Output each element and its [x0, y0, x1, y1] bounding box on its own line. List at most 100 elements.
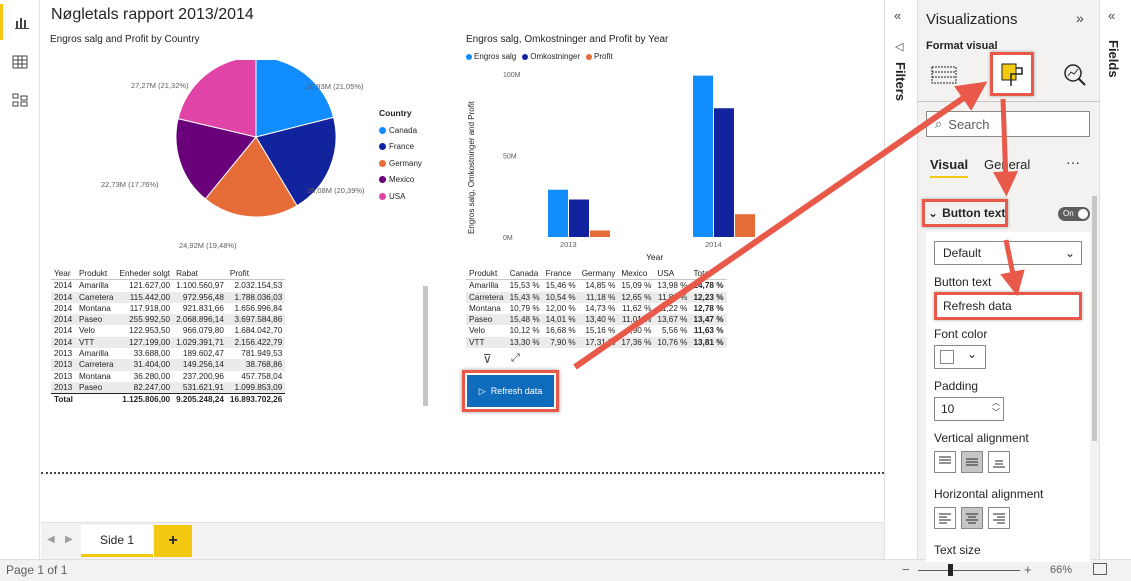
bar-legend-item[interactable]: Engros salg — [466, 52, 516, 61]
zoom-slider-thumb[interactable] — [948, 564, 953, 576]
matrix-cell: 15,09 % — [621, 281, 652, 291]
matrix-row[interactable]: Montana 10,79 % 12,00 % 14,73 % 11,62 % 11,22… — [466, 303, 727, 314]
pie-legend-item[interactable]: USA — [379, 188, 422, 205]
viz-scrollbar[interactable] — [1092, 196, 1097, 441]
bar-legend-item[interactable]: Profit — [586, 52, 613, 61]
pie-legend-item[interactable]: Germany — [379, 155, 422, 172]
filters-pane[interactable]: « ◁ Filters — [884, 0, 918, 559]
matrix-header[interactable]: Canada — [506, 268, 543, 281]
button-text-section-header[interactable]: ⌄ Button text — [928, 206, 1005, 220]
tab-side-1[interactable]: Side 1 — [81, 525, 153, 557]
table-cell: 31.404,00 — [116, 359, 174, 371]
table-header[interactable]: Produkt — [75, 268, 117, 281]
focus-mode-icon[interactable]: ⤢ — [511, 352, 520, 365]
add-page-button[interactable]: + — [154, 525, 192, 557]
tab-general[interactable]: General — [984, 157, 1030, 172]
report-view-button[interactable] — [0, 4, 40, 40]
build-visual-button[interactable] — [926, 58, 962, 92]
table-row[interactable]: 2013 Amarilla 33.688,00 189.602,47 781.949,5… — [51, 348, 285, 359]
analytics-button[interactable] — [1058, 58, 1092, 92]
pie-legend-item[interactable]: France — [379, 139, 422, 156]
table-row[interactable]: 2013 Carretera 31.404,00 149.256,14 38.768,8… — [51, 359, 286, 371]
table-scrollbar[interactable] — [422, 270, 430, 430]
matrix-header[interactable]: Produkt — [466, 268, 507, 281]
bar-2013-1[interactable] — [569, 199, 589, 237]
align-bottom-button[interactable] — [988, 451, 1010, 473]
table-row[interactable]: 2013 Paseo 82.247,00 531.621,91 1.099.853,09 — [51, 381, 286, 394]
button-text-toggle[interactable]: On — [1058, 207, 1090, 221]
table-row[interactable]: 2014 Carretera 115.442,00 972.956,48 1.788.0… — [51, 291, 286, 303]
align-middle-button[interactable] — [961, 451, 983, 473]
button-text-input[interactable]: Refresh data — [938, 296, 1078, 316]
align-right-button[interactable] — [988, 507, 1010, 529]
align-left-button[interactable] — [934, 507, 956, 529]
matrix-cell: 15,48 % — [506, 314, 543, 326]
zoom-slider[interactable] — [918, 570, 1020, 571]
table-header[interactable]: Profit — [226, 268, 286, 281]
zoom-out-button[interactable]: − — [902, 562, 910, 577]
viz-title: Visualizations — [926, 11, 1018, 28]
table-header[interactable]: Rabat — [173, 268, 227, 281]
align-top-button[interactable] — [934, 451, 956, 473]
table-header[interactable]: Year — [51, 268, 76, 281]
bar-chart[interactable]: Engros salg, Omkostninger and Profit Yea… — [461, 62, 821, 268]
align-center-button[interactable] — [961, 507, 983, 529]
matrix-row[interactable]: Amarilla 15,53 % 15,46 % 14,85 % 15,09 % 13,9… — [466, 280, 727, 292]
tab-scroll-right-icon[interactable]: ▶ — [65, 534, 73, 545]
fields-label: Fields — [1106, 40, 1121, 78]
matrix-header[interactable]: France — [542, 268, 579, 281]
refresh-data-button[interactable]: ▷ Refresh data — [467, 375, 554, 407]
toggle-knob — [1078, 209, 1088, 219]
matrix-row[interactable]: VTT 13,30 % 7,90 % 17,31 % 17,36 % 10,76 % 13,… — [466, 336, 727, 349]
paint-roller-icon — [1001, 63, 1023, 86]
table-row[interactable]: 2014 Montana 117.918,00 921.831,66 1.656.996… — [51, 303, 285, 314]
legend-dot-icon — [466, 53, 472, 60]
bar-2014-1[interactable] — [714, 108, 734, 237]
viz-search-input[interactable]: ⌕ Search — [926, 111, 1090, 137]
filter-icon[interactable]: ⊽ — [483, 352, 492, 366]
table-row[interactable]: 2013 Montana 36.280,00 237.200,96 457.758,04 — [51, 371, 285, 382]
matrix-row[interactable]: Carretera 15,43 % 10,54 % 11,18 % 12,65 % 11,… — [466, 291, 727, 303]
table-header[interactable]: Enheder solgt — [116, 268, 174, 281]
more-options-icon[interactable]: ··· — [1066, 154, 1080, 170]
table-cell: 127.199,00 — [116, 336, 174, 349]
table-row[interactable]: 2014 VTT 127.199,00 1.029.391,71 2.156.422,7… — [51, 336, 286, 349]
font-color-picker[interactable]: ⌄ — [934, 345, 986, 369]
matrix-header[interactable]: Germany — [578, 268, 619, 281]
fields-pane[interactable]: « Fields — [1100, 0, 1131, 559]
tab-visual[interactable]: Visual — [930, 157, 969, 178]
bar-legend-item[interactable]: Omkostninger — [522, 52, 580, 61]
table-row[interactable]: 2014 Velo 122.953,50 966.079,80 1.684.042,70 — [51, 325, 285, 336]
table-row[interactable]: 2014 Amarilla 121.627,00 1.100.560,97 2.032.… — [51, 280, 285, 292]
bar-2014-0[interactable] — [693, 75, 713, 237]
collapse-viz-icon[interactable]: » — [1076, 10, 1084, 26]
format-visual-button[interactable] — [990, 52, 1034, 96]
bar-2014-2[interactable] — [735, 214, 755, 237]
tab-scroll-left-icon[interactable]: ◀ — [47, 534, 55, 545]
table-row[interactable]: 2014 Paseo 255.992,50 2.068.896,14 3.697.584… — [51, 314, 286, 326]
expand-fields-icon[interactable]: « — [1108, 8, 1115, 23]
bar-2013-0[interactable] — [548, 189, 568, 237]
model-view-button[interactable] — [0, 82, 40, 118]
padding-stepper[interactable]: 10 ︿ ﹀ — [934, 397, 1004, 421]
vertical-alignment-label: Vertical alignment — [934, 431, 1029, 445]
toggle-label: On — [1063, 209, 1074, 218]
zoom-in-button[interactable]: + — [1024, 562, 1032, 577]
matrix-row[interactable]: Velo 10,12 % 16,68 % 15,16 % 6,90 % 5,56 % 11,… — [466, 325, 727, 336]
pie-legend-item[interactable]: Canada — [379, 122, 422, 139]
pie-legend-item[interactable]: Mexico — [379, 172, 422, 189]
data-view-button[interactable] — [0, 44, 40, 80]
detail-table[interactable]: Year Produkt Enheder solgt Rabat Profit 2014 A… — [51, 268, 427, 432]
pie-label-germany: 24,92M (19,48%) — [179, 241, 237, 250]
matrix-header[interactable]: Mexico — [618, 268, 655, 281]
fit-page-icon[interactable] — [1093, 563, 1107, 575]
state-select[interactable]: Default ⌄ — [934, 241, 1082, 265]
pie-label-france: 26,08M (20,39%) — [307, 186, 365, 195]
stepper-arrows-icon[interactable]: ︿ ﹀ — [992, 398, 1000, 418]
matrix-table[interactable]: Produkt Canada France Germany Mexico USA Total… — [466, 268, 746, 364]
matrix-header[interactable]: USA — [654, 268, 691, 281]
matrix-row[interactable]: Paseo 15,48 % 14,01 % 13,40 % 11,01 % 13,67 %… — [466, 314, 727, 326]
collapse-filters-icon[interactable]: « — [894, 8, 901, 23]
bar-2013-2[interactable] — [590, 230, 610, 237]
matrix-header[interactable]: Total — [690, 268, 727, 281]
